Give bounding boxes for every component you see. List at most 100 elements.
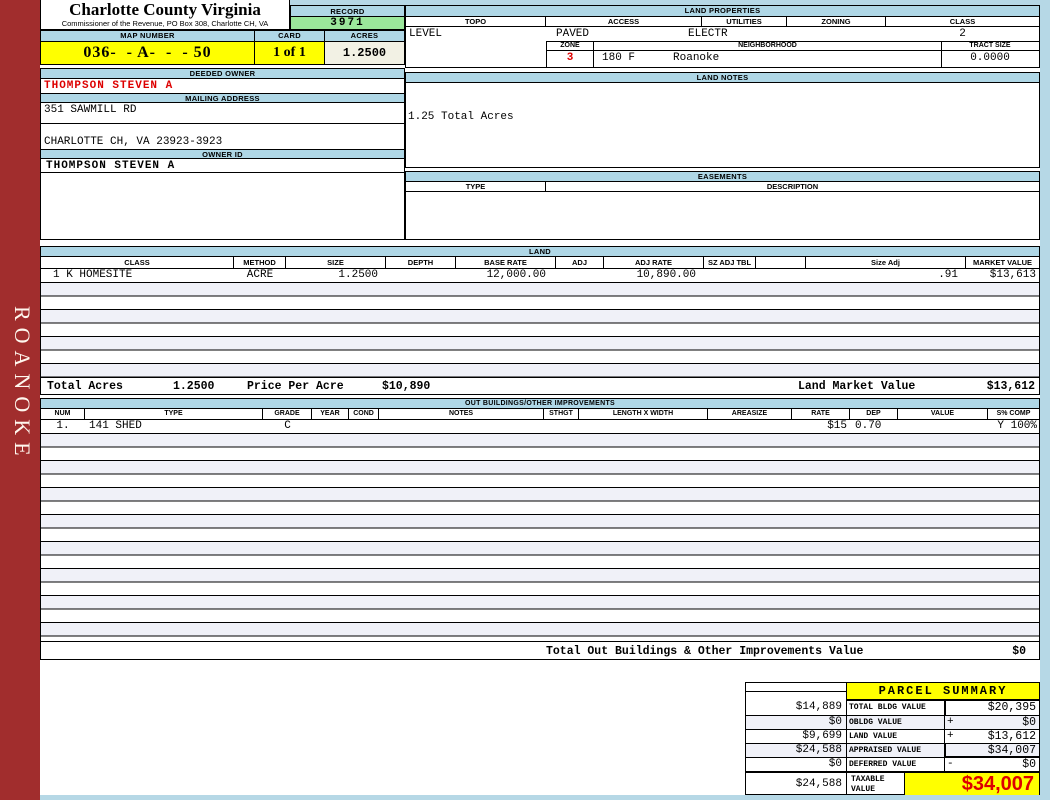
utilities-value: ELECTR <box>688 28 728 40</box>
ob-row-s-comp: Y 100% <box>997 420 1037 432</box>
ob-row-sthgt <box>544 420 579 433</box>
land-market-value: $13,612 <box>986 380 1035 393</box>
out-buildings-total-row: Total Out Buildings & Other Improvements… <box>41 641 1039 659</box>
ps-label-3: APPRAISED VALUE <box>846 744 944 757</box>
land-notes-title: LAND NOTES <box>406 73 1039 83</box>
ob-col-num: NUM <box>41 409 85 419</box>
zoning-label: ZONING <box>787 17 886 26</box>
ob-row-length-width <box>579 420 708 433</box>
land-col-method: METHOD <box>234 257 286 268</box>
parcel-summary: PARCEL SUMMARY $14,889 TOTAL BLDG VALUE … <box>745 682 1040 795</box>
ob-col-type: TYPE <box>85 409 263 419</box>
ob-row-type: 141 SHED <box>89 420 142 432</box>
ps-taxable-value: $34,007 <box>961 773 1034 795</box>
ps-prior-4: $0 <box>828 758 842 770</box>
zone-value: 3 <box>547 51 594 67</box>
land-title: LAND <box>41 247 1039 257</box>
county-subtitle: Commissioner of the Revenue, PO Box 308,… <box>61 19 269 28</box>
ps-row: $0 DEFERRED VALUE - $0 <box>746 757 1039 771</box>
land-section: LAND CLASS METHOD SIZE DEPTH BASE RATE A… <box>40 246 1040 395</box>
land-col-depth: DEPTH <box>386 257 456 268</box>
ob-col-value: VALUE <box>898 409 988 419</box>
land-row-method: ACRE <box>246 269 274 281</box>
ps-value-0: $20,395 <box>987 701 1036 714</box>
land-col-adj: ADJ <box>556 257 604 268</box>
ob-total-value: $0 <box>1012 645 1026 658</box>
owner-box: DEEDED OWNER THOMPSON STEVEN A MAILING A… <box>40 68 405 240</box>
easements-title: EASEMENTS <box>406 172 1039 182</box>
deeded-owner-value: THOMPSON STEVEN A <box>44 80 174 92</box>
access-label: ACCESS <box>546 17 702 26</box>
ob-col-rate: RATE <box>792 409 850 419</box>
map-card-acres-table: MAP NUMBER CARD ACRES 036- - A- - - 50 1… <box>40 30 405 65</box>
land-row-adj <box>556 269 604 282</box>
neighborhood-value: Roanoke <box>673 52 720 64</box>
ps-value-1: $0 <box>1022 716 1036 729</box>
card-value: 1 of 1 <box>255 42 325 64</box>
ps-title: PARCEL SUMMARY <box>846 683 1039 701</box>
ps-taxable-row: $24,588 TAXABLE VALUE $34,007 <box>746 771 1039 795</box>
land-row-size: 1.2500 <box>338 269 378 281</box>
ps-op-1: + <box>947 716 954 728</box>
neighborhood-label: NEIGHBORHOOD <box>594 42 942 50</box>
topo-value: LEVEL <box>409 28 443 40</box>
ps-taxable-value-cell: $34,007 <box>904 773 1039 795</box>
ob-row-value <box>898 420 988 433</box>
ob-col-notes: NOTES <box>379 409 544 419</box>
out-buildings-title: OUT BUILDINGS/OTHER IMPROVEMENTS <box>41 399 1039 409</box>
out-buildings-row: 1. 141 SHED C $15 0.70 Y 100% <box>41 420 1039 433</box>
zone-label: ZONE <box>547 42 594 50</box>
out-buildings-stripes <box>41 433 1039 641</box>
county-title: Charlotte County Virginia <box>69 0 261 19</box>
ob-col-dep: DEP <box>850 409 898 419</box>
ps-row: $14,889 TOTAL BLDG VALUE $20,395 <box>746 701 1039 715</box>
ob-row-year <box>312 420 349 433</box>
ps-label-0: TOTAL BLDG VALUE <box>846 701 944 715</box>
deeded-owner-label: DEEDED OWNER <box>41 69 404 79</box>
class-label: CLASS <box>949 17 976 26</box>
ob-col-sthgt: STHGT <box>544 409 579 419</box>
ps-value-4: $0 <box>1022 758 1036 771</box>
land-notes-text: 1.25 Total Acres <box>408 111 514 123</box>
record-box: RECORD 3971 <box>290 5 405 30</box>
ps-op-0 <box>946 701 958 715</box>
ps-prior-1: $0 <box>828 716 842 728</box>
ps-prior-2: $9,699 <box>802 730 842 742</box>
record-value: 3971 <box>291 17 404 29</box>
land-table-row: 1 K HOMESITE ACRE 1.2500 12,000.00 10,89… <box>41 269 1039 282</box>
easement-type-label: TYPE <box>406 182 546 191</box>
land-col-blank <box>756 257 806 268</box>
land-notes-box: LAND NOTES 1.25 Total Acres <box>405 72 1040 168</box>
region-label: ROANOKE <box>10 306 35 463</box>
ob-row-dep: 0.70 <box>855 420 882 432</box>
tract-size-value: 0.0000 <box>970 52 1010 64</box>
ob-col-grade: GRADE <box>263 409 312 419</box>
address-line1: 351 SAWMILL RD <box>41 103 404 124</box>
price-per-acre-label: Price Per Acre <box>247 380 344 393</box>
ob-col-s-comp: S% COMP <box>996 410 1031 417</box>
total-acres-value: 1.2500 <box>173 380 215 393</box>
land-col-class: CLASS <box>41 257 234 268</box>
county-header: Charlotte County Virginia Commissioner o… <box>40 0 290 30</box>
ob-col-areasize: AREASIZE <box>708 409 792 419</box>
land-col-market-value: MARKET VALUE <box>972 258 1033 267</box>
access-value: PAVED <box>556 28 590 40</box>
ob-row-notes <box>379 420 544 433</box>
land-properties-box: LAND PROPERTIES TOPO ACCESS UTILITIES ZO… <box>405 5 1040 68</box>
ps-mini-cell-1 <box>746 683 846 692</box>
land-col-sz-adj-tbl: SZ ADJ TBL <box>704 257 756 268</box>
ps-op-3 <box>946 744 958 756</box>
land-col-size: SIZE <box>286 257 386 268</box>
land-market-value-label: Land Market Value <box>798 380 916 393</box>
land-col-size-adj: Size Adj <box>806 257 966 268</box>
acres-label: ACRES <box>325 31 404 41</box>
ps-value-2: $13,612 <box>987 730 1036 743</box>
land-row-sz-adj-tbl <box>704 269 756 282</box>
ps-taxable-prior: $24,588 <box>795 778 842 790</box>
ps-label-2: LAND VALUE <box>846 730 944 743</box>
ps-row: $0 OBLDG VALUE + $0 <box>746 715 1039 729</box>
acres-value: 1.2500 <box>325 42 404 64</box>
ps-mini-cell-2 <box>746 692 846 701</box>
total-acres-label: Total Acres <box>47 380 123 393</box>
ob-col-length-width: LENGTH X WIDTH <box>579 409 708 419</box>
